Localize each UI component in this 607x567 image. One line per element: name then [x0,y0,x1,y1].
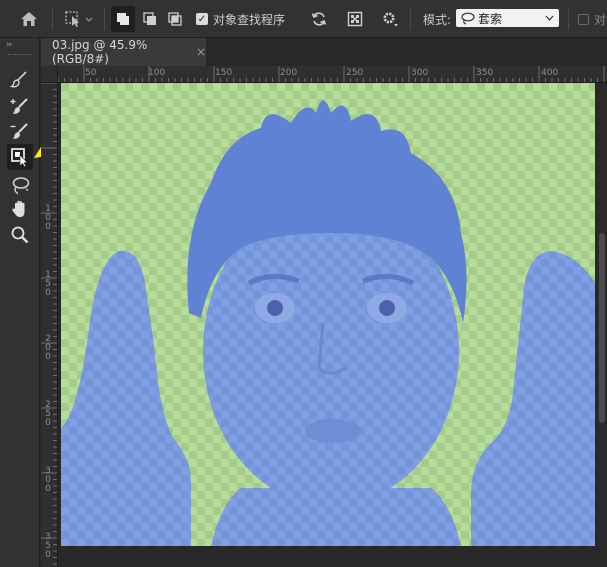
sample-all-layers-icon [347,11,363,27]
ruler-origin[interactable] [41,66,58,83]
tool-lasso[interactable] [7,172,33,198]
brush-plus-icon [10,98,28,114]
ruler-label: 3 5 0 [45,532,51,560]
hand-icon [12,200,25,217]
refresh-icon [311,12,327,26]
partial-checkbox-label: 对 [594,12,607,27]
photoshop-window: ✓ 对象查找程序 模式: 套索 对 ›› 03.jpg @ 45.9%(RGB/… [0,0,607,567]
ruler-label: 400 [541,68,559,78]
ruler-label: 300 [411,68,429,78]
horizontal-ruler[interactable]: 50 100 150 200 250 300 350 400 [58,66,607,83]
object-selection-icon [11,148,28,167]
ruler-label: 2 5 0 [45,400,51,428]
document-tab-bar: 03.jpg @ 45.9%(RGB/8#) × [41,38,607,66]
ruler-label: 100 [148,68,166,78]
vertical-scrollbar[interactable] [597,83,607,567]
partial-checkbox[interactable]: 对 [578,6,607,32]
ruler-label: 150 [215,68,233,78]
subtract-from-selection-button[interactable] [164,6,186,32]
quick-mask-photo [61,83,595,546]
mode-label: 模式: [422,12,452,27]
mode-select[interactable]: 套索 [456,9,559,27]
collapse-panel-icon[interactable]: ›› [6,40,12,50]
brush-minus-icon [10,123,28,139]
new-selection-icon [117,13,129,25]
document-tab-title: 03.jpg @ 45.9%(RGB/8#) [52,38,148,66]
ruler-label: 1 0 0 [45,204,51,232]
tool-hand[interactable] [7,196,33,222]
tool-zoom[interactable] [7,222,33,248]
new-selection-button[interactable] [111,6,135,32]
add-to-selection-icon [143,12,156,25]
divider [52,8,53,30]
zoom-icon [11,226,29,244]
vertical-ruler[interactable]: 1 0 0 1 5 0 2 0 0 2 5 0 3 0 0 3 5 0 [41,83,58,567]
document-tab[interactable]: 03.jpg @ 45.9%(RGB/8#) × [41,38,206,66]
ruler-label: 350 [476,68,494,78]
divider [104,8,105,30]
close-icon[interactable]: × [196,45,206,59]
subtract-from-selection-icon [168,12,182,26]
ruler-label: 2 0 0 [45,334,51,362]
options-bar: ✓ 对象查找程序 模式: 套索 对 [0,0,607,38]
object-selection-icon [65,11,93,27]
divider [568,8,569,30]
lasso-icon [461,12,475,25]
object-finder-label: 对象查找程序 [213,12,286,27]
ruler-label: 1 5 0 [45,270,51,298]
mode-select-value: 套索 [478,11,503,26]
tool-quick-mask-brush[interactable] [7,66,33,92]
home-icon [21,12,37,26]
ruler-label: 3 0 0 [45,466,51,494]
object-finder-checkbox[interactable]: ✓ 对象查找程序 [196,6,296,32]
tool-preset-picker[interactable] [58,6,100,32]
panel-grip[interactable] [8,54,32,56]
ruler-label: 250 [346,68,364,78]
home-button[interactable] [12,6,46,32]
add-to-selection-button[interactable] [139,6,161,32]
divider [410,8,411,30]
lasso-icon [12,177,30,195]
refresh-button[interactable] [307,6,331,32]
brush-outline-icon [10,71,27,88]
scrollbar-thumb[interactable] [599,233,605,423]
sample-all-layers-button[interactable] [344,6,366,32]
checkbox-square [578,13,589,25]
gear-icon [383,12,398,27]
ruler-ticks [41,83,57,565]
document-canvas[interactable] [58,83,607,567]
chevron-down-icon [545,15,554,21]
settings-button[interactable] [378,6,402,32]
ruler-label: 200 [280,68,298,78]
ruler-ticks [58,66,605,82]
checkmark-icon: ✓ [196,13,208,25]
ruler-label: 50 [85,68,97,78]
